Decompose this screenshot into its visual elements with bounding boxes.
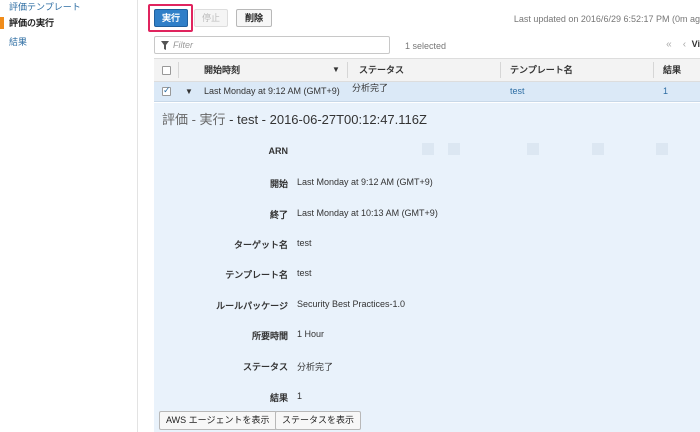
field-label-duration: 所要時間 [251, 331, 288, 341]
collapse-arrow-icon[interactable]: ▼ [185, 82, 193, 101]
filter-placeholder: Filter [173, 40, 193, 50]
field-label-arn: ARN [268, 146, 289, 156]
column-header-template-name[interactable]: テンプレート名 [510, 59, 573, 81]
pagination-label: Vi [691, 39, 700, 49]
filter-bar: Filter 1 selected « ‹ Vi [154, 36, 700, 56]
field-value-end: Last Monday at 10:13 AM (GMT+9) [297, 208, 438, 218]
field-value-findings[interactable]: 1 [297, 391, 302, 401]
show-status-button[interactable]: ステータスを表示 [275, 411, 362, 430]
detail-title: 評価 - 実行 - test - 2016-06-27T00:12:47.116… [162, 109, 427, 128]
field-value-rules-package[interactable]: Security Best Practices-1.0 [297, 299, 405, 309]
row-checkbox[interactable] [162, 85, 171, 96]
field-label-start: 開始 [269, 179, 288, 189]
field-value-target-name[interactable]: test [297, 238, 312, 248]
selected-count: 1 selected [405, 41, 447, 51]
redacted-block [422, 143, 434, 155]
stop-button[interactable]: 停止 [194, 9, 228, 27]
row-result-link[interactable]: 1 [663, 82, 668, 101]
sidebar: 評価テンプレート 評価の実行 結果 [0, 0, 138, 432]
detail-title-main: - test - 2016-06-27T00:12:47.116Z [225, 112, 427, 127]
run-button[interactable]: 実行 [154, 9, 188, 27]
sidebar-item-assessment-templates[interactable]: 評価テンプレート [0, 0, 137, 14]
pagination: « ‹ Vi [666, 39, 700, 50]
filter-input[interactable]: Filter [154, 36, 390, 54]
redacted-block [448, 143, 460, 155]
row-start-time: Last Monday at 9:12 AM (GMT+9) [204, 86, 340, 96]
column-header-status[interactable]: ステータス [359, 59, 404, 81]
detail-title-prefix: 評価 - 実行 [162, 112, 226, 127]
sort-desc-icon[interactable]: ▼ [332, 59, 340, 81]
field-label-template-name: テンプレート名 [225, 270, 288, 280]
detail-panel: 評価 - 実行 - test - 2016-06-27T00:12:47.116… [154, 103, 700, 432]
prev-page-icon[interactable]: ‹ [683, 39, 686, 50]
field-value-template-name[interactable]: test [297, 268, 312, 278]
show-agents-button[interactable]: AWS エージェントを表示 [159, 411, 277, 430]
first-page-icon[interactable]: « [666, 39, 672, 50]
table-row[interactable]: ▼ Last Monday at 9:12 AM (GMT+9) 分析完了 te… [154, 82, 700, 102]
sidebar-item-assessment-runs[interactable]: 評価の実行 [0, 16, 137, 30]
field-label-end: 終了 [269, 210, 288, 220]
field-value-status: 分析完了 [297, 362, 334, 372]
field-label-rules-package: ルールパッケージ [216, 301, 288, 311]
main-content: 実行 停止 削除 Last updated on 2016/6/29 6:52:… [148, 0, 700, 432]
select-all-checkbox[interactable] [162, 66, 171, 75]
row-template-link[interactable]: test [510, 82, 525, 101]
table-header: 開始時刻 ▼ ステータス テンプレート名 結果 [154, 58, 700, 82]
field-value-duration: 1 Hour [297, 329, 325, 339]
field-label-target-name: ターゲット名 [233, 240, 288, 250]
redacted-block [656, 143, 668, 155]
last-updated-text: Last updated on 2016/6/29 6:52:17 PM (0m… [513, 14, 700, 24]
field-label-findings: 結果 [269, 393, 288, 403]
filter-icon [161, 41, 169, 50]
redacted-block [592, 143, 604, 155]
sidebar-item-findings[interactable]: 結果 [0, 35, 137, 49]
column-header-result[interactable]: 結果 [663, 59, 681, 81]
row-status: 分析完了 [352, 83, 389, 93]
delete-button[interactable]: 削除 [236, 9, 272, 27]
field-label-status: ステータス [242, 362, 288, 372]
toolbar: 実行 停止 削除 Last updated on 2016/6/29 6:52:… [148, 0, 700, 34]
redacted-block [527, 143, 539, 155]
column-header-start-time[interactable]: 開始時刻 [204, 59, 240, 81]
field-value-start: Last Monday at 9:12 AM (GMT+9) [297, 177, 433, 187]
